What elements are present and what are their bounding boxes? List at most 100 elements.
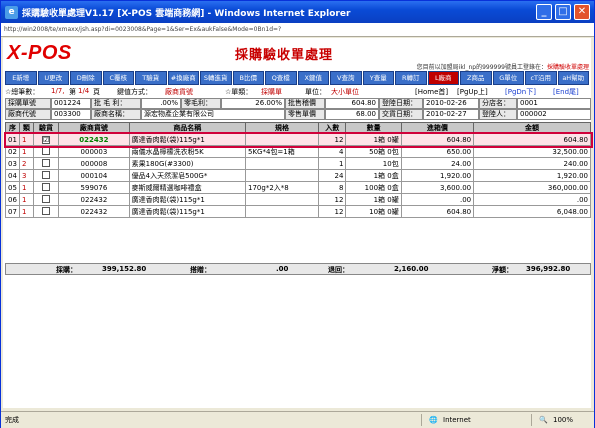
page-suffix: 頁: [93, 88, 100, 96]
table-row[interactable]: 05 1 599076 麥斯威爾精選咖啡禮盒 170g*2入*8 8 100箱 0盒 3,60…: [5, 181, 591, 194]
verify-cell[interactable]: ☑: [32, 133, 60, 146]
gift-total-label: 搭贈：: [190, 266, 211, 274]
toolbar-button[interactable]: X鍵值: [297, 71, 329, 85]
table-header-row: 序類驗貨 廠商貨號 商品名稱 規格 入數 數量 進箱價 金額: [5, 122, 591, 134]
toolbar-button[interactable]: aH幫助: [557, 71, 589, 85]
cell-seq: 03: [5, 157, 20, 170]
net-total-value: 396,992.80: [526, 265, 571, 273]
column-header: 序: [5, 122, 20, 134]
cell-type: 2: [18, 157, 34, 170]
toolbar-button[interactable]: E新增: [5, 71, 37, 85]
verify-checkbox[interactable]: [42, 146, 50, 155]
minimize-button[interactable]: _: [536, 4, 552, 20]
toolbar-button[interactable]: L廠商: [427, 71, 459, 85]
cell-qty: 1箱 0罐: [345, 193, 402, 206]
close-button[interactable]: ✕: [574, 4, 590, 20]
table-row[interactable]: 04 3 000104 優品4入天然潔皂500G* 24 1箱 0盒 1,920.00 1,9…: [5, 169, 591, 182]
totals-bar: 採購： 399,152.80 搭贈： .00 退回： 2,160.00 淨額： …: [5, 263, 591, 275]
toolbar-button[interactable]: D刪除: [70, 71, 102, 85]
zoom-text[interactable]: 100%: [553, 412, 573, 428]
column-header: 金額: [473, 122, 591, 134]
bill-type-value[interactable]: 採購單: [261, 87, 282, 97]
cell-seq: 06: [5, 193, 20, 206]
cell-amount: 240.00: [473, 157, 591, 170]
return-total-label: 退回：: [328, 266, 349, 274]
cell-spec: [245, 205, 320, 218]
table-row[interactable]: 03 2 000008 素果180G(#3300) 1 10包 24.00 240.00: [5, 157, 591, 170]
status-bar: 完成 🌐 Internet 🔍 100%: [1, 411, 594, 428]
return-total-value: 2,160.00: [394, 265, 429, 273]
verify-checkbox[interactable]: ☑: [42, 135, 50, 144]
login-date-field[interactable]: 2010-02-26: [423, 98, 479, 109]
margin-field[interactable]: .00%: [141, 98, 181, 109]
toolbar-button[interactable]: #換廠商: [167, 71, 199, 85]
branch-field[interactable]: 0001: [517, 98, 591, 109]
toolbar-button[interactable]: V查詢: [330, 71, 362, 85]
table-row[interactable]: 07 1 022432 廣達香肉鬆(袋)115g*1 12 10箱 0罐 604.80 6,0…: [5, 205, 591, 218]
form-row-1: 採購單號 001224 批 毛 利： .00% 零毛利： 26.00% 批售稽價…: [5, 98, 591, 109]
toolbar-button[interactable]: cT沿用: [525, 71, 557, 85]
operator-field[interactable]: 000002: [517, 109, 591, 120]
cell-price: 650.00: [400, 145, 475, 158]
page-value: 1/4: [78, 87, 90, 95]
po-number-field[interactable]: 001224: [51, 98, 91, 109]
delivery-date-field[interactable]: 2010-02-27: [423, 109, 479, 120]
wholesale-price-label: 批售稽價: [285, 98, 325, 109]
page-content: X-POS 採購驗收單處理 您目前以加盟局ikl_np的999999號員工登錄在…: [3, 38, 593, 408]
cell-pack: 24: [318, 169, 347, 182]
nav-home[interactable]: [Home首]: [415, 87, 448, 97]
toolbar-button[interactable]: Z商品: [460, 71, 492, 85]
cell-price: 24.00: [400, 157, 475, 170]
verify-cell[interactable]: [32, 181, 60, 194]
cell-seq: 01: [5, 133, 20, 146]
verify-cell[interactable]: [32, 205, 60, 218]
toolbar-button[interactable]: R轉訂: [395, 71, 427, 85]
zoom-icon[interactable]: 🔍: [539, 412, 548, 428]
verify-cell[interactable]: [32, 145, 60, 158]
toolbar-button[interactable]: U更改: [37, 71, 69, 85]
verify-cell[interactable]: [32, 193, 60, 206]
verify-cell[interactable]: [32, 169, 60, 182]
wholesale-price-field[interactable]: 604.80: [325, 98, 379, 109]
cell-code: 000003: [58, 145, 130, 158]
browser-window: e 採購驗收單處理V1.17 [X-POS 雲端商務網] - Windows I…: [0, 0, 595, 428]
nav-pgdn[interactable]: [PgDn下]: [505, 87, 536, 97]
unit-value[interactable]: 大小單位: [331, 87, 359, 97]
cell-code: 022432: [58, 133, 130, 146]
address-bar[interactable]: http://win2008/te/xmaxx/jsh.asp?di=00230…: [1, 23, 594, 37]
vendor-code-field[interactable]: 003300: [51, 109, 91, 120]
cell-type: 1: [18, 205, 34, 218]
toolbar-button[interactable]: G單位: [492, 71, 524, 85]
maximize-button[interactable]: □: [555, 4, 571, 20]
key-value[interactable]: 廠商貨號: [165, 87, 193, 97]
toolbar-button[interactable]: C覆核: [102, 71, 134, 85]
cell-name: 兩儀水晶檸檬洗衣粉5K: [128, 145, 247, 158]
toolbar-button[interactable]: Y查量: [362, 71, 394, 85]
net-total-label: 淨額：: [492, 266, 513, 274]
toolbar-button[interactable]: B比價: [232, 71, 264, 85]
verify-cell[interactable]: [32, 157, 60, 170]
toolbar-button[interactable]: Q查檔: [265, 71, 297, 85]
verify-checkbox[interactable]: [42, 194, 50, 203]
cell-price: 604.80: [400, 133, 475, 146]
cell-spec: [245, 157, 320, 170]
xpos-logo: X-POS: [7, 42, 72, 64]
table-row[interactable]: 02 1 000003 兩儀水晶檸檬洗衣粉5K 5KG*4包=1箱 4 50箱 0包 650.…: [5, 145, 591, 158]
retail-price-field[interactable]: 68.00: [325, 109, 379, 120]
verify-checkbox[interactable]: [42, 158, 50, 167]
column-header: 進箱價: [400, 122, 475, 134]
nav-end[interactable]: [End尾]: [553, 87, 579, 97]
nav-pgup[interactable]: [PgUp上]: [457, 87, 488, 97]
cell-qty: 10包: [345, 157, 402, 170]
verify-checkbox[interactable]: [42, 206, 50, 215]
table-row[interactable]: 01 1 ☑ 022432 廣達香肉鬆(袋)115g*1 12 1箱 0罐 604.80 604…: [3, 131, 593, 148]
vendor-name-field[interactable]: 源宏物產企業有限公司: [141, 109, 285, 120]
toolbar-button[interactable]: T驗貨: [135, 71, 167, 85]
toolbar-button[interactable]: S轉進貨: [200, 71, 232, 85]
zero-margin-field[interactable]: 26.00%: [221, 98, 285, 109]
table-row[interactable]: 06 1 022432 廣達香肉鬆(袋)115g*1 12 1箱 0罐 .00.00: [5, 193, 591, 206]
verify-checkbox[interactable]: [42, 170, 50, 179]
verify-checkbox[interactable]: [42, 182, 50, 191]
cell-spec: [245, 133, 320, 146]
cell-pack: 1: [318, 157, 347, 170]
